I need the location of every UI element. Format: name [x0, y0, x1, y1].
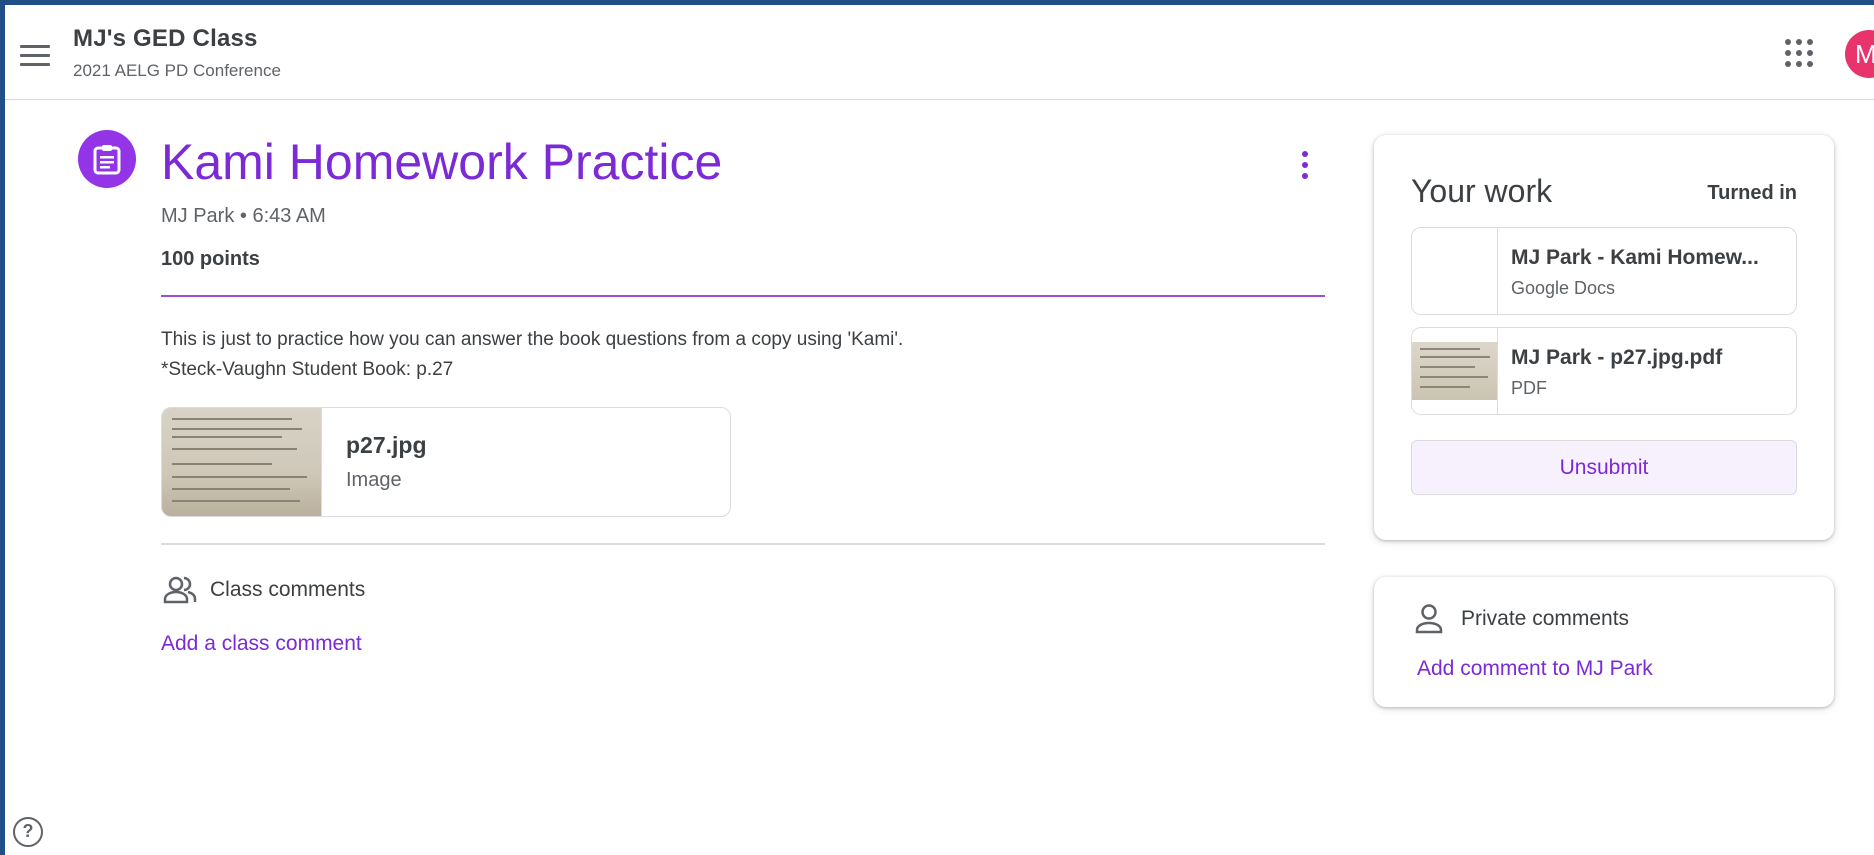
- hamburger-icon-line: [20, 44, 50, 48]
- apps-grid-icon: [1807, 61, 1813, 67]
- clipboard-icon: [93, 145, 121, 175]
- file-name: MJ Park - p27.jpg.pdf: [1511, 346, 1723, 369]
- more-vert-icon: [1302, 162, 1308, 168]
- your-work-card: Your work Turned in MJ Park - Kami Homew…: [1374, 135, 1834, 540]
- attachment-thumbnail: [162, 408, 322, 516]
- class-section: 2021 AELG PD Conference: [73, 61, 281, 80]
- more-options-button[interactable]: [1295, 147, 1315, 183]
- file-type: PDF: [1511, 378, 1547, 398]
- attachment-name: p27.jpg: [346, 432, 427, 458]
- apps-grid-icon: [1796, 39, 1802, 45]
- apps-grid-icon: [1785, 61, 1791, 67]
- person-icon: [1415, 604, 1443, 634]
- apps-grid-icon: [1785, 39, 1791, 45]
- assignment-title: Kami Homework Practice: [161, 134, 723, 190]
- submitted-file-pdf[interactable]: MJ Park - p27.jpg.pdf PDF: [1411, 327, 1797, 415]
- private-comments-label: Private comments: [1461, 607, 1630, 630]
- comments-divider: [161, 543, 1325, 545]
- unsubmit-button[interactable]: Unsubmit: [1411, 440, 1797, 495]
- private-comments-card: Private comments Add comment to MJ Park: [1374, 577, 1834, 707]
- attachment-type: Image: [346, 469, 402, 491]
- add-class-comment-link[interactable]: Add a class comment: [161, 632, 362, 656]
- status-badge: Turned in: [1707, 182, 1797, 204]
- class-comments-label: Class comments: [210, 578, 366, 601]
- apps-grid-icon: [1785, 50, 1791, 56]
- assignment-author-time: MJ Park • 6:43 AM: [161, 205, 326, 227]
- file-type: Google Docs: [1511, 278, 1616, 298]
- account-avatar[interactable]: M: [1845, 30, 1874, 78]
- help-icon[interactable]: ?: [13, 817, 43, 847]
- apps-grid-icon: [1796, 50, 1802, 56]
- more-vert-icon: [1302, 173, 1308, 179]
- class-name[interactable]: MJ's GED Class: [73, 25, 258, 53]
- apps-grid-icon: [1796, 61, 1802, 67]
- description-line: *Steck-Vaughn Student Book: p.27: [161, 359, 454, 380]
- add-private-comment-link[interactable]: Add comment to MJ Park: [1417, 657, 1653, 681]
- classroom-window: MJ's GED Class 2021 AELG PD Conference M…: [5, 5, 1874, 855]
- submitted-file-doc[interactable]: MJ Park - Kami Homew... Google Docs: [1411, 227, 1797, 315]
- people-icon: [163, 576, 197, 604]
- pdf-thumbnail: [1412, 328, 1498, 414]
- your-work-title: Your work: [1411, 173, 1553, 209]
- more-vert-icon: [1302, 151, 1308, 157]
- file-name: MJ Park - Kami Homew...: [1511, 246, 1759, 269]
- hamburger-icon-line: [20, 62, 50, 66]
- top-bar: MJ's GED Class 2021 AELG PD Conference M: [5, 5, 1874, 100]
- apps-grid-icon: [1807, 39, 1813, 45]
- hamburger-icon-line: [20, 53, 50, 57]
- doc-thumbnail: [1412, 228, 1498, 314]
- assignment-icon: [78, 130, 136, 188]
- main-menu-button[interactable]: [11, 33, 59, 77]
- assignment-description: This is just to practice how you can ans…: [161, 325, 903, 385]
- description-line: This is just to practice how you can ans…: [161, 329, 904, 350]
- google-apps-button[interactable]: [1781, 35, 1817, 71]
- header-divider: [161, 295, 1325, 297]
- attachment-card[interactable]: p27.jpg Image: [161, 407, 731, 517]
- assignment-points: 100 points: [161, 248, 260, 270]
- apps-grid-icon: [1807, 50, 1813, 56]
